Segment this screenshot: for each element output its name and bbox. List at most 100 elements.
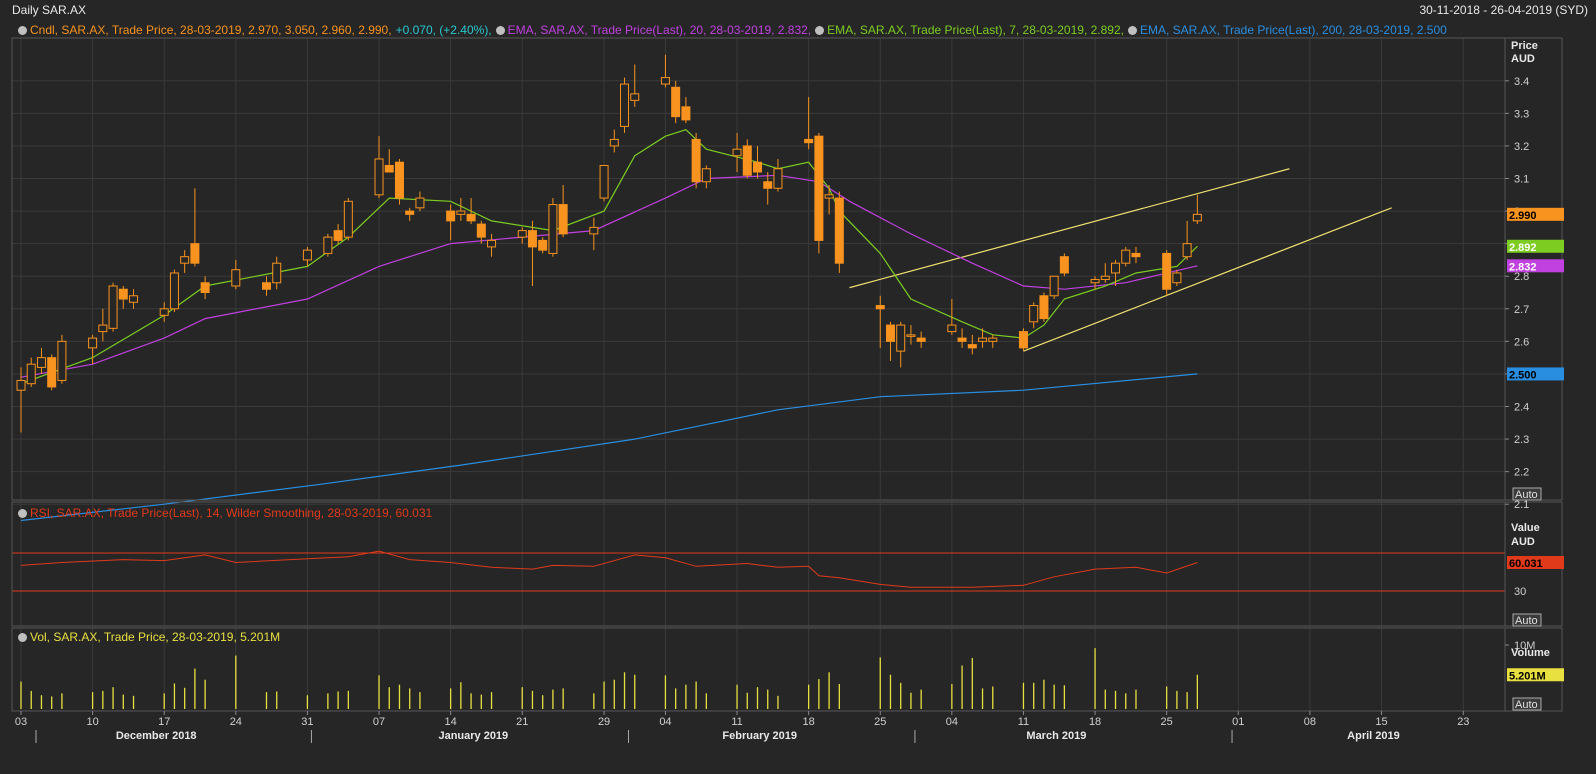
candle-up[interactable] [1172, 272, 1182, 284]
price-badge-label: 2.500 [1509, 369, 1537, 381]
auto-button-label: Auto [1515, 615, 1538, 627]
chart-canvas[interactable]: PriceAUD2.12.22.32.42.52.62.72.82.933.13… [0, 0, 1596, 774]
price-axis-unit: AUD [1511, 53, 1535, 65]
candle-up[interactable] [599, 164, 609, 199]
collapse-icon[interactable] [1127, 26, 1137, 35]
candle-down[interactable] [466, 213, 476, 222]
candle-down[interactable] [405, 210, 415, 215]
collapse-icon[interactable] [18, 26, 27, 35]
candle-up[interactable] [98, 324, 108, 333]
y-tick-label: 2.3 [1514, 434, 1529, 446]
candle-down[interactable] [691, 138, 701, 183]
candle-down[interactable] [1059, 256, 1069, 274]
candle-down[interactable] [384, 164, 394, 173]
collapse-icon[interactable] [18, 633, 27, 642]
collapse-icon[interactable] [18, 509, 27, 518]
candle-down[interactable] [190, 243, 200, 264]
candle-up[interactable] [988, 337, 998, 342]
candle-down[interactable] [763, 181, 773, 189]
candle-down[interactable] [200, 282, 210, 294]
candle-down[interactable] [814, 135, 824, 241]
candle-up[interactable] [1029, 305, 1039, 323]
candle-up[interactable] [732, 148, 742, 157]
candle-up[interactable] [88, 337, 98, 349]
price-legend-item[interactable]: EMA, SAR.AX, Trade Price(Last), 7, 28-03… [815, 23, 1124, 37]
collapse-icon[interactable] [815, 26, 825, 35]
candle-down[interactable] [476, 223, 486, 238]
candle-down[interactable] [1162, 252, 1172, 290]
candle-down[interactable] [1039, 295, 1049, 320]
candle-up[interactable] [896, 324, 906, 352]
candle-up[interactable] [589, 226, 599, 235]
candle-down[interactable] [527, 230, 537, 248]
price-legend-item[interactable]: EMA, SAR.AX, Trade Price(Last), 200, 28-… [1127, 23, 1447, 37]
volume-legend[interactable]: Vol, SAR.AX, Trade Price, 28-03-2019, 5.… [18, 630, 280, 644]
candle-up[interactable] [548, 204, 558, 254]
candle-down[interactable] [262, 282, 271, 290]
candle-down[interactable] [681, 106, 691, 121]
candle-up[interactable] [1121, 249, 1131, 264]
candle-down[interactable] [742, 145, 752, 176]
candle-down[interactable] [333, 230, 343, 241]
volume-legend-text: Vol, SAR.AX, Trade Price, 28-03-2019, 5.… [30, 630, 281, 644]
candle-down[interactable] [834, 197, 844, 264]
candle-up[interactable] [16, 379, 26, 391]
candle-up[interactable] [609, 138, 619, 147]
candle-up[interactable] [1100, 275, 1110, 280]
candle-up[interactable] [978, 337, 988, 342]
candle-up[interactable] [630, 93, 640, 101]
candle-down[interactable] [804, 138, 814, 144]
price-legend-item[interactable]: Cndl, SAR.AX, Trade Price, 28-03-2019, 2… [18, 23, 392, 37]
candle-up[interactable] [169, 272, 179, 310]
candle-up[interactable] [487, 239, 497, 248]
candle-down[interactable] [957, 337, 967, 342]
price-legend-text: Cndl, SAR.AX, Trade Price, 28-03-2019, 2… [30, 23, 392, 37]
candle-up[interactable] [906, 334, 916, 337]
price-legend-item[interactable]: +0.070, (+2.40%), [396, 23, 492, 37]
candle-down[interactable] [967, 344, 977, 349]
candle-up[interactable] [660, 77, 670, 85]
candle-up[interactable] [517, 230, 527, 238]
candle-down[interactable] [118, 288, 128, 300]
candle-down[interactable] [753, 161, 762, 173]
candle-down[interactable] [1131, 252, 1141, 258]
candle-down[interactable] [47, 357, 57, 388]
candle-down[interactable] [671, 86, 681, 118]
candle-up[interactable] [824, 194, 834, 199]
candle-up[interactable] [773, 168, 783, 189]
candle-up[interactable] [323, 236, 333, 254]
candle-down[interactable] [538, 239, 548, 251]
candle-up[interactable] [302, 249, 312, 261]
candle-up[interactable] [1090, 278, 1100, 284]
candle-up[interactable] [701, 168, 711, 183]
candle-up[interactable] [456, 210, 466, 215]
candle-down[interactable] [394, 161, 404, 199]
candle-up[interactable] [26, 363, 36, 385]
candle-up[interactable] [415, 197, 425, 209]
candle-up[interactable] [947, 324, 957, 333]
candle-up[interactable] [1182, 243, 1192, 258]
candle-up[interactable] [36, 357, 46, 368]
candle-up[interactable] [57, 340, 67, 381]
candle-down[interactable] [446, 210, 456, 222]
price-legend-item[interactable]: EMA, SAR.AX, Trade Price(Last), 20, 28-0… [495, 23, 811, 37]
candle-up[interactable] [1049, 275, 1059, 297]
candle-down[interactable] [916, 337, 926, 342]
candle-down[interactable] [1018, 331, 1028, 349]
candle-up[interactable] [231, 269, 241, 287]
candle-down[interactable] [875, 305, 885, 310]
candle-down[interactable] [885, 324, 895, 342]
rsi-legend[interactable]: RSI, SAR.AX, Trade Price(Last), 14, Wild… [18, 506, 432, 520]
candle-up[interactable] [272, 262, 282, 284]
candle-up[interactable] [620, 83, 630, 127]
candle-down[interactable] [558, 204, 568, 235]
candle-up[interactable] [129, 295, 139, 303]
candle-up[interactable] [1111, 262, 1121, 274]
candle-up[interactable] [108, 285, 118, 329]
collapse-icon[interactable] [495, 26, 505, 35]
candle-up[interactable] [159, 308, 169, 316]
candle-up[interactable] [343, 200, 353, 238]
candle-up[interactable] [1192, 213, 1202, 222]
candle-up[interactable] [374, 158, 384, 196]
candle-up[interactable] [180, 256, 190, 264]
